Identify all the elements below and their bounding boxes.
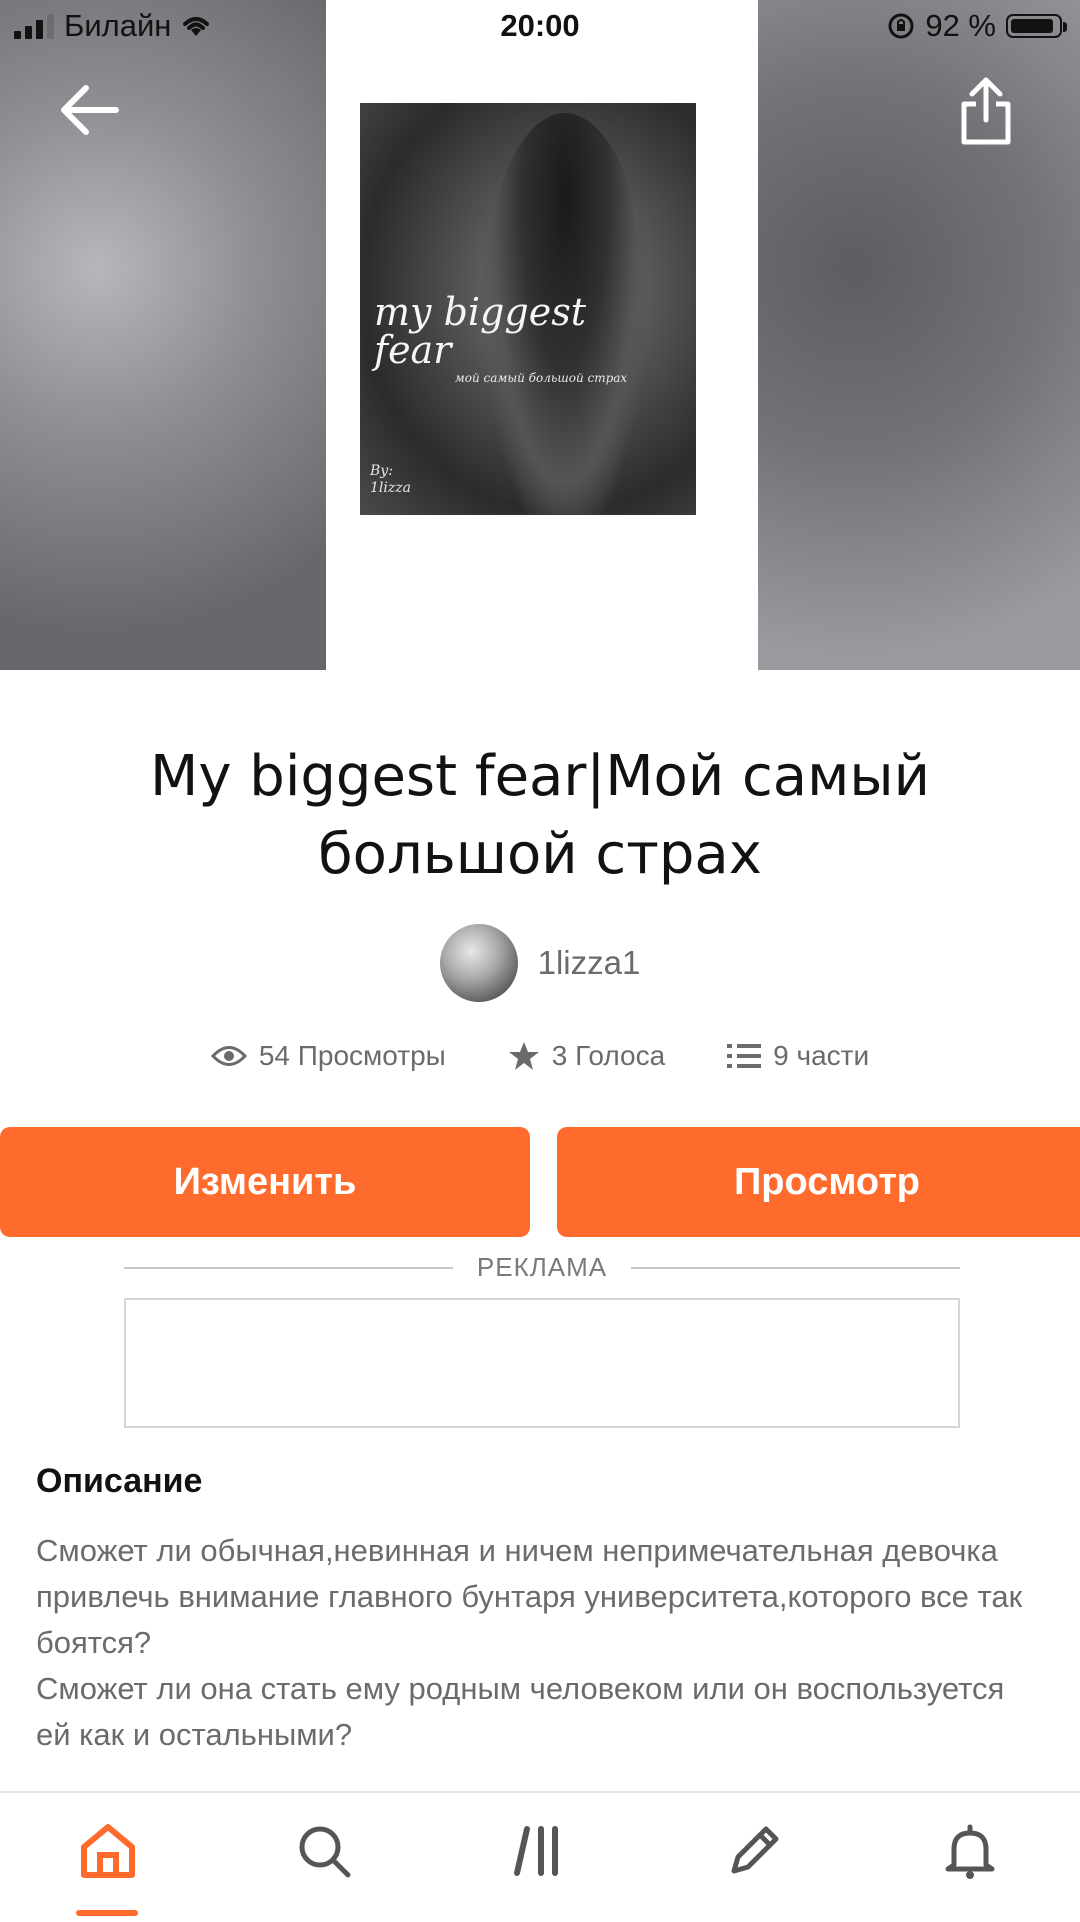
search-icon <box>299 1826 351 1878</box>
nav-home[interactable] <box>72 1819 144 1883</box>
stat-parts[interactable]: 9 части <box>727 1040 869 1072</box>
story-actions: Изменить Просмотр <box>0 1127 1080 1237</box>
ad-divider: РЕКЛАМА <box>124 1252 961 1283</box>
bottom-navigation <box>0 1791 1080 1922</box>
story-stats: 54 Просмотры 3 Голоса 9 части <box>0 1040 1080 1072</box>
battery-level <box>1011 19 1053 33</box>
ad-line-right <box>631 1266 961 1269</box>
bell-icon <box>945 1824 995 1879</box>
stat-views: 54 Просмотры <box>210 1040 446 1072</box>
arrow-left-icon <box>61 85 119 135</box>
description-text: Сможет ли обычная,невинная и ничем непри… <box>36 1533 1023 1752</box>
cover-subtitle-text: мой самый большой страх <box>454 371 628 385</box>
parts-count[interactable]: 9 части <box>773 1040 869 1072</box>
author-name[interactable]: 1lizza1 <box>538 944 641 982</box>
story-title: My biggest fear|Мой самый большой страх <box>150 744 930 887</box>
share-icon <box>961 77 1011 145</box>
library-icon <box>514 1826 558 1876</box>
eye-icon <box>210 1046 247 1066</box>
author-avatar[interactable] <box>439 924 518 1002</box>
back-button[interactable] <box>56 78 126 142</box>
cover-title-text: my biggest fear <box>374 290 586 372</box>
ad-line-left <box>124 1266 453 1269</box>
battery-percent: 92 % <box>925 8 996 43</box>
ad-label: РЕКЛАМА <box>476 1252 608 1282</box>
story-cover-image[interactable]: my biggest fear мой самый большой страх … <box>360 103 696 515</box>
edit-button[interactable]: Изменить <box>0 1127 530 1237</box>
star-icon <box>508 1042 539 1070</box>
nav-library[interactable] <box>505 1819 577 1883</box>
views-count: 54 Просмотры <box>258 1040 446 1071</box>
battery-icon <box>1006 14 1067 38</box>
blurred-cover-left <box>0 0 326 670</box>
stat-votes: 3 Голоса <box>508 1040 665 1072</box>
votes-count: 3 Голоса <box>551 1040 666 1071</box>
home-icon <box>81 1824 135 1878</box>
blurred-cover-right <box>758 0 1080 670</box>
description-heading: Описание <box>36 1462 203 1500</box>
cover-by-label: By: <box>370 463 393 479</box>
story-header-background: my biggest fear мой самый большой страх … <box>0 0 1080 670</box>
author-link[interactable]: 1lizza1 <box>0 924 1080 1002</box>
nav-notifications[interactable] <box>934 1819 1006 1883</box>
active-tab-indicator <box>76 1910 138 1916</box>
cover-byline: By: 1lizza <box>370 463 411 497</box>
read-button[interactable]: Просмотр <box>557 1127 1080 1237</box>
cover-by-name: 1lizza <box>370 479 411 496</box>
nav-search[interactable] <box>288 1819 360 1883</box>
share-button[interactable] <box>956 74 1016 146</box>
ad-banner[interactable] <box>124 1298 960 1428</box>
rotation-lock-icon <box>888 13 914 39</box>
status-bar: Билайн 20:00 92 % <box>0 0 1080 54</box>
nav-write[interactable] <box>718 1819 790 1883</box>
pencil-icon <box>731 1826 779 1874</box>
list-icon <box>727 1044 762 1068</box>
status-right: 92 % <box>887 8 1067 44</box>
